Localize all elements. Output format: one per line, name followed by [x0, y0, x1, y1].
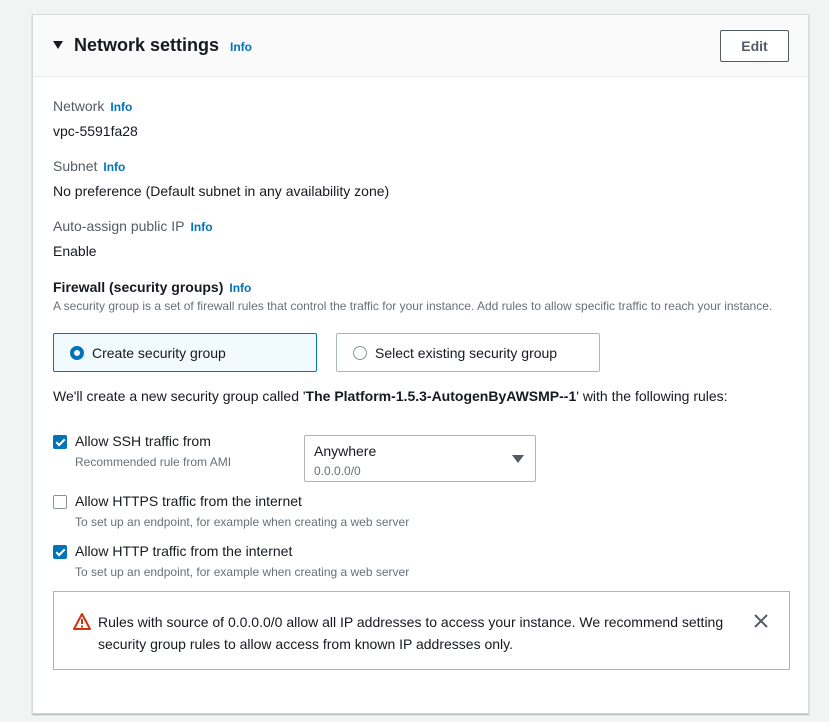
ssh-source-cidr: 0.0.0.0/0: [314, 464, 361, 478]
create-security-group-label: Create security group: [92, 344, 226, 361]
alert-text: Rules with source of 0.0.0.0/0 allow all…: [98, 614, 724, 652]
auto-ip-label-text: Auto-assign public IP: [53, 218, 185, 234]
firewall-description: A security group is a set of firewall ru…: [53, 299, 773, 313]
network-settings-panel: Network settings Info Edit Network Info v…: [32, 14, 809, 714]
radio-selected-icon[interactable]: [70, 345, 84, 360]
sg-suffix: ' with the following rules:: [576, 388, 728, 404]
select-existing-security-group-option[interactable]: Select existing security group: [336, 333, 600, 372]
network-info-link[interactable]: Info: [110, 100, 132, 114]
auto-ip-label: Auto-assign public IP Info: [53, 218, 213, 234]
http-checkbox[interactable]: [53, 545, 67, 559]
ssh-rule-sub: Recommended rule from AMI: [75, 455, 232, 469]
subnet-info-link[interactable]: Info: [103, 160, 125, 174]
collapse-caret-icon[interactable]: [53, 41, 63, 49]
warning-icon: [73, 613, 91, 630]
https-rule-label: Allow HTTPS traffic from the internet: [75, 493, 302, 509]
network-label: Network Info: [53, 98, 132, 114]
subnet-value: No preference (Default subnet in any ava…: [53, 183, 390, 199]
ssh-source-select[interactable]: Anywhere 0.0.0.0/0: [304, 435, 536, 482]
warning-alert: Rules with source of 0.0.0.0/0 allow all…: [53, 591, 790, 670]
header-info-link[interactable]: Info: [230, 40, 252, 54]
network-value: vpc-5591fa28: [53, 123, 138, 139]
dropdown-caret-icon: [512, 455, 524, 463]
firewall-info-link[interactable]: Info: [229, 281, 251, 295]
http-rule-sub: To set up an endpoint, for example when …: [75, 565, 410, 579]
edit-button[interactable]: Edit: [720, 30, 789, 62]
ssh-rule-label: Allow SSH traffic from: [75, 433, 211, 449]
panel-header: Network settings Info Edit: [33, 15, 808, 77]
https-checkbox[interactable]: [53, 495, 67, 509]
firewall-title: Firewall (security groups) Info: [53, 279, 251, 295]
auto-ip-info-link[interactable]: Info: [191, 220, 213, 234]
select-existing-security-group-label: Select existing security group: [375, 344, 558, 361]
security-group-name-line: We'll create a new security group called…: [53, 388, 728, 404]
https-rule-sub: To set up an endpoint, for example when …: [75, 515, 410, 529]
auto-ip-value: Enable: [53, 243, 97, 259]
firewall-title-text: Firewall (security groups): [53, 279, 224, 295]
create-security-group-option[interactable]: Create security group: [53, 333, 317, 372]
ssh-checkbox[interactable]: [53, 435, 67, 449]
close-icon[interactable]: [753, 613, 769, 629]
sg-name: The Platform-1.5.3-AutogenByAWSMP--1: [305, 388, 577, 404]
ssh-source-value: Anywhere: [314, 443, 377, 459]
radio-unselected-icon[interactable]: [353, 345, 367, 360]
http-rule-label: Allow HTTP traffic from the internet: [75, 543, 293, 559]
sg-prefix: We'll create a new security group called…: [53, 388, 306, 404]
subnet-label-text: Subnet: [53, 158, 98, 174]
network-label-text: Network: [53, 98, 105, 114]
subnet-label: Subnet Info: [53, 158, 125, 174]
section-title: Network settings: [74, 35, 220, 55]
